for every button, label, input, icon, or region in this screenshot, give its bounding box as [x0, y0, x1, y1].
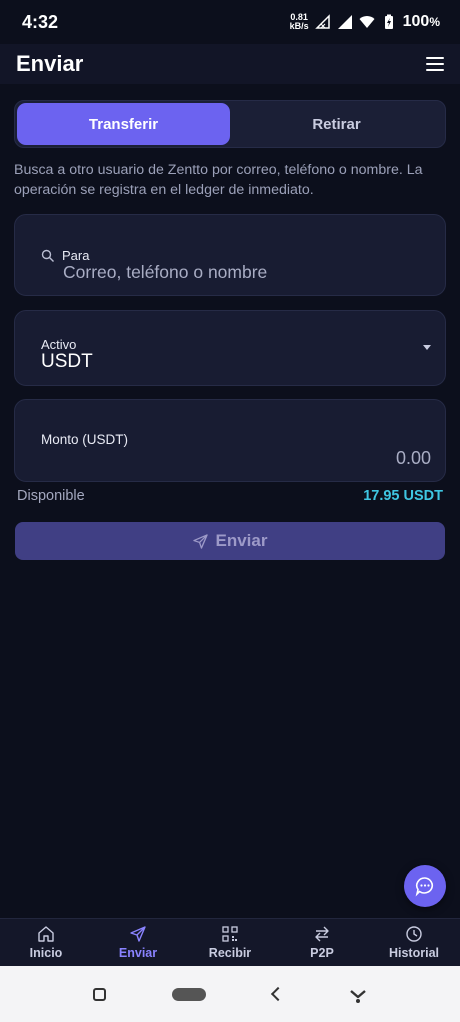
battery-unit: % [429, 15, 440, 29]
status-bar: 4:32 0.81 kB/s 100% [0, 0, 460, 44]
nav-label-historial: Historial [388, 946, 439, 960]
asset-value: USDT [41, 351, 93, 372]
search-icon [41, 249, 54, 262]
available-label: Disponible [17, 488, 85, 504]
amount-input[interactable] [231, 446, 431, 470]
network-speed: 0.81 kB/s [290, 13, 309, 31]
swap-icon [315, 926, 329, 942]
battery-level: 100% [403, 13, 440, 31]
page-title: Enviar [16, 51, 84, 76]
chat-fab-button[interactable] [404, 865, 446, 907]
battery-percent: 100 [402, 13, 430, 30]
transfer-tabs: Transferir Retirar [14, 100, 446, 148]
home-icon [38, 926, 54, 942]
nav-item-historial[interactable]: Historial [368, 919, 460, 966]
assistant-icon[interactable] [349, 985, 367, 1003]
asset-select[interactable]: Activo USDT [14, 310, 446, 386]
available-value: 17.95 USDT [363, 488, 443, 504]
send-icon [130, 926, 146, 942]
nav-label-inicio: Inicio [29, 946, 63, 960]
send-icon [192, 533, 208, 549]
description-text: Busca a otro usuario de Zentto por corre… [14, 162, 423, 198]
available-balance: Disponible 17.95 USDT [17, 488, 443, 504]
asset-label: Activo [41, 337, 77, 352]
nav-label-enviar: Enviar [118, 946, 158, 960]
status-icons: 0.81 kB/s 100% [290, 13, 440, 31]
send-button[interactable]: Enviar [15, 522, 445, 560]
bottom-nav: Inicio Enviar Recibir P2P Historial [0, 918, 460, 966]
nav-item-recibir[interactable]: Recibir [184, 919, 276, 966]
battery-icon [384, 14, 393, 29]
amount-field[interactable]: Monto (USDT) [14, 399, 446, 482]
tab-transferir[interactable]: Transferir [17, 103, 230, 145]
dropdown-arrow-icon [423, 345, 431, 350]
status-time: 4:32 [22, 11, 59, 32]
signal-icon [314, 14, 330, 29]
recipient-field[interactable]: Para [14, 214, 446, 296]
hamburger-menu-icon[interactable] [426, 57, 444, 71]
app-bar: Enviar [0, 44, 460, 84]
chat-icon [415, 877, 434, 897]
wifi-icon [359, 16, 375, 28]
nav-item-p2p[interactable]: P2P [276, 919, 368, 966]
nav-label-p2p: P2P [310, 946, 334, 960]
send-button-label: Enviar [215, 531, 268, 550]
back-icon[interactable] [270, 986, 285, 1002]
qr-code-icon [222, 926, 238, 942]
network-speed-unit: kB/s [289, 21, 309, 31]
tab-retirar[interactable]: Retirar [230, 103, 443, 145]
amount-label: Monto (USDT) [41, 432, 129, 447]
home-pill-icon[interactable] [172, 987, 207, 1001]
recipient-input[interactable] [63, 260, 423, 284]
nav-label-recibir: Recibir [208, 946, 252, 960]
nav-item-enviar[interactable]: Enviar [92, 919, 184, 966]
history-icon [406, 926, 422, 942]
system-navigation-bar [0, 966, 460, 1022]
nav-item-inicio[interactable]: Inicio [0, 919, 92, 966]
recent-apps-icon[interactable] [93, 987, 107, 1001]
signal-strength-icon [337, 15, 352, 29]
